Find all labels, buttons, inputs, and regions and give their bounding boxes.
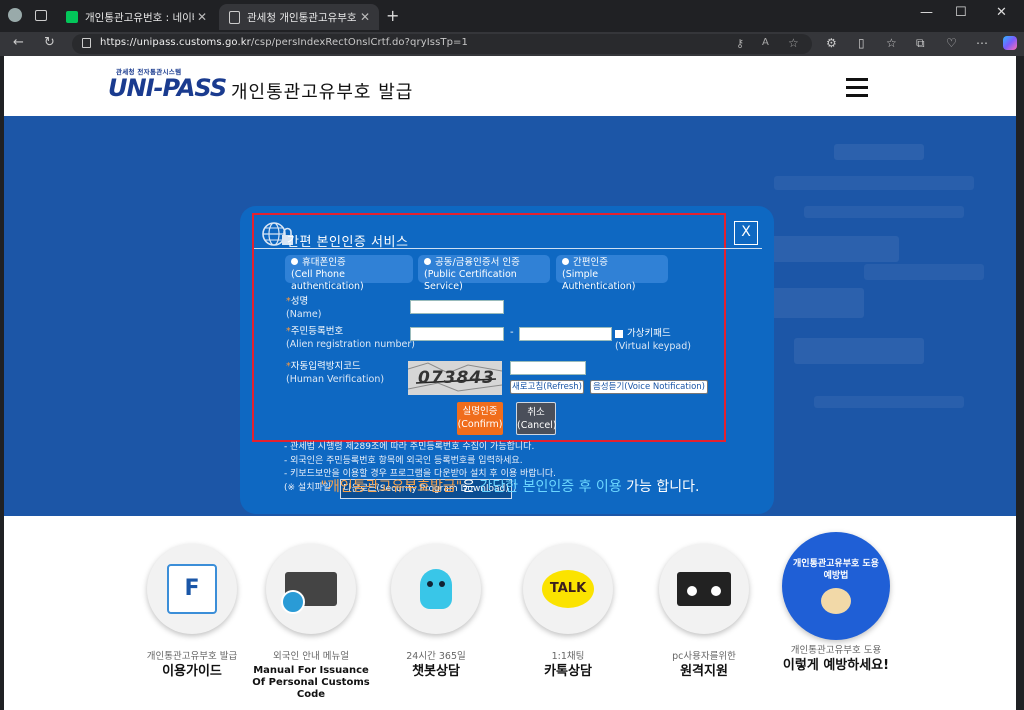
refresh-icon[interactable]: ↻ [44, 35, 55, 50]
name-input[interactable] [410, 300, 504, 314]
address-bar-row: ← ↻ https://unipass.customs.go.kr/csp/pe… [0, 32, 1024, 56]
registration-label: *주민등록번호 (Alien registration number) [286, 326, 415, 350]
tab-naver-search[interactable]: 개인통관고유번호 : 네이버 검색 ✕ [56, 4, 216, 30]
tab-actions-icon[interactable] [35, 10, 47, 21]
service-remote[interactable]: pc사용자를위한 원격지원 [644, 544, 764, 679]
title-divider [254, 248, 762, 249]
prevention-badge-icon: 개인통관고유부호 도용 예방법 [782, 532, 890, 640]
unipass-logo[interactable]: UNI-PASS [108, 74, 227, 102]
site-header: 관세청 전자통관시스템 UNI-PASS 개인통관고유부호 발급 [4, 56, 1016, 116]
banner-description: "개인통관고유부호발급"은 간단한 본인인증 후 이용 가능 합니다. [320, 479, 700, 495]
notice-item: - 외국인은 주민등록번호 항목에 외국인 등록번호를 입력하세요. [284, 455, 523, 466]
maximize-icon[interactable]: ☐ [955, 5, 967, 20]
certificate-auth-button[interactable]: 공동/금융인증서 인증 (Public Certification Service… [418, 255, 550, 292]
registration-front-input[interactable] [410, 327, 504, 341]
service-kakaotalk[interactable]: TALK 1:1채팅 카톡상담 [508, 544, 628, 679]
browser-essentials-icon[interactable]: ♡ [946, 36, 957, 50]
tab-customs[interactable]: 관세청 개인통관고유부호 ✕ [219, 4, 379, 30]
url-text: https://unipass.customs.go.kr/csp/persIn… [100, 37, 468, 48]
auth-dialog: 간편 본인인증 서비스 X 휴대폰인증 (Cell Phone authentic… [240, 206, 774, 514]
tab-title: 개인통관고유번호 : 네이버 검색 [85, 11, 194, 24]
hamburger-menu-icon[interactable] [846, 78, 868, 97]
more-menu-icon[interactable]: ⋯ [976, 36, 988, 50]
cellphone-auth-button[interactable]: 휴대폰인증 (Cell Phone authentication) [285, 255, 413, 292]
window-close-icon[interactable]: ✕ [996, 5, 1007, 20]
naver-favicon-icon [66, 11, 78, 23]
copilot-icon[interactable] [1003, 36, 1017, 50]
tab-close-icon[interactable]: ✕ [194, 10, 210, 24]
confirm-button[interactable]: 실명인증 (Confirm) [457, 402, 503, 435]
collections-icon[interactable]: ⧉ [916, 36, 925, 51]
key-icon[interactable]: ⚷ [736, 37, 744, 50]
simple-auth-button[interactable]: 간편인증 (Simple Authentication) [556, 255, 668, 292]
web-page: 관세청 전자통관시스템 UNI-PASS 개인통관고유부호 발급 간편 본인인증… [4, 56, 1016, 710]
page-title: 개인통관고유부호 발급 [231, 82, 414, 103]
service-manual[interactable]: 외국인 안내 메뉴얼 Manual For Issuance Of Person… [251, 544, 371, 701]
close-dialog-button[interactable]: X [734, 221, 758, 245]
cancel-button[interactable]: 취소 (Cancel) [516, 402, 557, 435]
chatbot-mascot-icon [391, 544, 481, 634]
captcha-input[interactable] [510, 361, 586, 375]
service-links: F 개인통관고유부호 발급 이용가이드 외국인 안내 메뉴얼 Manual Fo… [4, 516, 1016, 710]
tab-title: 관세청 개인통관고유부호 [247, 11, 357, 24]
kakao-talk-icon: TALK [523, 544, 613, 634]
split-screen-icon[interactable]: ▯ [858, 36, 865, 50]
registration-back-input[interactable] [519, 327, 612, 341]
captcha-text: 073843 [418, 368, 495, 388]
name-label: *성명 (Name) [286, 296, 322, 320]
radio-dot-icon [291, 258, 298, 265]
lock-icon [82, 38, 91, 48]
virtual-keypad-label: 가상키패드 (Virtual keypad) [615, 328, 691, 352]
browser-tab-bar: 개인통관고유번호 : 네이버 검색 ✕ 관세청 개인통관고유부호 ✕ + — ☐… [0, 0, 1024, 32]
notice-item: - 관세법 시행령 제289조에 따라 주민등록번호 수집이 가능합니다. [284, 442, 535, 452]
background-decoration [764, 116, 1014, 506]
captcha-label: *자동입력방지코드 (Human Verification) [286, 361, 385, 385]
radio-dot-icon [562, 258, 569, 265]
service-prevention[interactable]: 개인통관고유부호 도용 예방법 개인통관고유부호 도용 이렇게 예방하세요! [776, 532, 896, 673]
back-icon[interactable]: ← [13, 35, 24, 50]
page-favicon-icon [229, 10, 240, 24]
read-aloud-icon[interactable]: A [762, 37, 769, 48]
captcha-voice-button[interactable]: 음성듣기(Voice Notification) [590, 380, 708, 394]
service-guide[interactable]: F 개인통관고유부호 발급 이용가이드 [132, 544, 252, 679]
service-chatbot[interactable]: 24시간 365일 챗봇상담 [376, 544, 496, 679]
registration-dash: - [510, 327, 514, 338]
main-banner: 간편 본인인증 서비스 X 휴대폰인증 (Cell Phone authentic… [4, 116, 1016, 516]
url-input[interactable]: https://unipass.customs.go.kr/csp/persIn… [72, 34, 812, 54]
radio-dot-icon [424, 258, 431, 265]
manual-books-icon [266, 544, 356, 634]
faq-cube-icon: F [147, 544, 237, 634]
tab-close-icon[interactable]: ✕ [357, 10, 373, 24]
profile-avatar-icon[interactable] [8, 8, 22, 22]
favorite-star-icon[interactable]: ☆ [788, 36, 799, 50]
captcha-refresh-button[interactable]: 새로고침(Refresh) [510, 380, 584, 394]
captcha-image: 073843 [408, 361, 502, 395]
minimize-icon[interactable]: — [920, 5, 933, 20]
extensions-icon[interactable]: ⚙ [826, 36, 837, 50]
new-tab-icon[interactable]: + [386, 6, 399, 25]
remote-support-icon [659, 544, 749, 634]
favorites-icon[interactable]: ☆ [886, 36, 897, 50]
